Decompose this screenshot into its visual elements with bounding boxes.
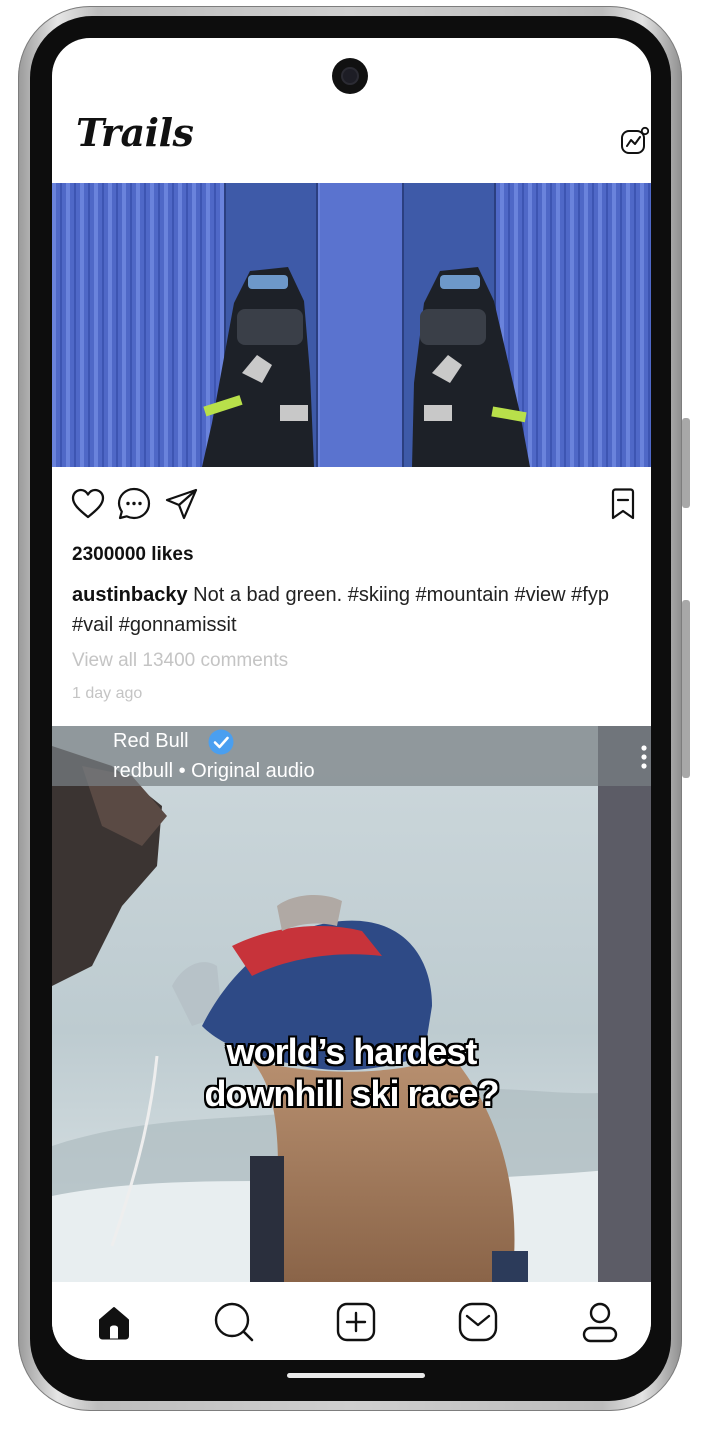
volume-button [682, 418, 690, 508]
video-frame [52, 726, 651, 1282]
post-caption: austinbacky Not a bad green. #skiing #mo… [72, 580, 642, 640]
send-icon[interactable] [164, 486, 200, 522]
profile-icon[interactable] [578, 1300, 622, 1344]
like-count[interactable]: 2300000 likes [72, 544, 194, 566]
bottom-tab-bar [52, 1282, 651, 1360]
post-timestamp: 1 day ago [72, 685, 143, 702]
search-icon[interactable] [212, 1300, 256, 1344]
create-icon[interactable] [334, 1300, 378, 1344]
home-indicator[interactable] [287, 1373, 425, 1378]
overlay-line-2: downhill ski race? [204, 1073, 499, 1114]
heart-icon[interactable] [70, 486, 106, 522]
video-header: Red Bull redbull • Original audio [52, 726, 651, 786]
front-camera [332, 58, 368, 94]
view-comments-link[interactable]: View all 13400 comments [72, 650, 288, 672]
more-vertical-icon[interactable] [639, 744, 649, 770]
app-logo: Trails [76, 110, 194, 155]
comment-icon[interactable] [116, 486, 152, 522]
activity-chart-icon[interactable] [619, 126, 649, 156]
app-screen: Trails 2300000 likes austinbacky Not a b… [52, 38, 651, 1360]
power-button [682, 600, 690, 778]
messages-icon[interactable] [456, 1300, 500, 1344]
audio-info[interactable]: redbull • Original audio [113, 760, 315, 783]
overlay-line-1: world’s hardest [226, 1031, 478, 1072]
video-post[interactable]: Red Bull redbull • Original audio world’… [52, 726, 651, 1282]
home-icon[interactable] [92, 1300, 136, 1344]
verified-badge-icon [208, 729, 234, 755]
post-actions [52, 486, 651, 522]
post-image[interactable] [52, 183, 651, 467]
caption-username[interactable]: austinbacky [72, 584, 188, 606]
account-name[interactable]: Red Bull [113, 730, 189, 753]
video-caption-overlay: world’s hardest downhill ski race? [52, 1031, 651, 1115]
bookmark-icon[interactable] [605, 486, 641, 522]
